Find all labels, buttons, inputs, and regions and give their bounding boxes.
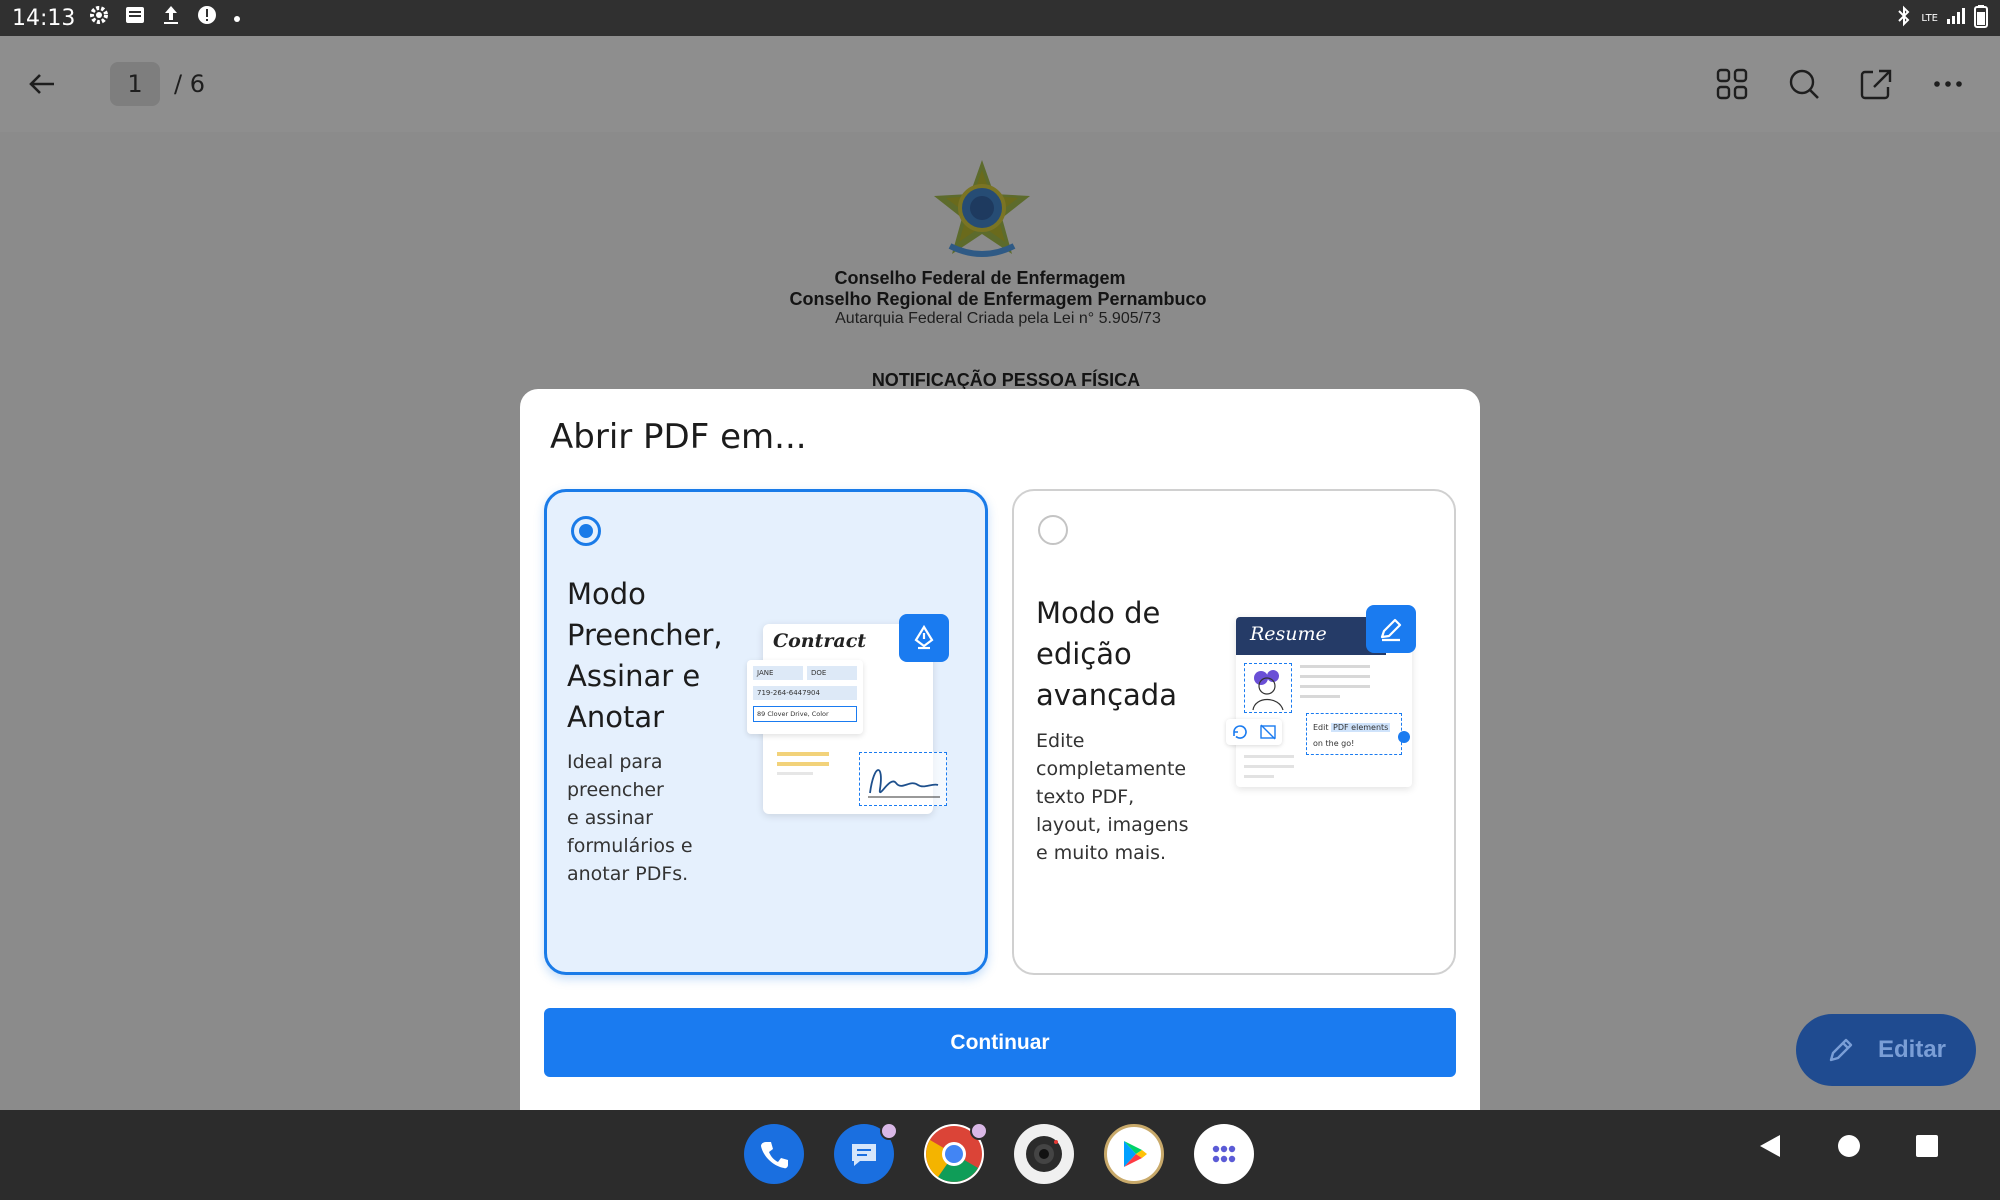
search-button[interactable] xyxy=(1776,56,1832,112)
grid-view-button[interactable] xyxy=(1704,56,1760,112)
doc-section-title: NOTIFICAÇÃO PESSOA FÍSICA xyxy=(871,370,1141,390)
resume-heading: Resume xyxy=(1250,623,1327,645)
chrome-app-icon[interactable] xyxy=(924,1122,988,1184)
settings-icon xyxy=(87,3,111,33)
dot-icon xyxy=(231,6,243,31)
edit-fab-button[interactable]: Editar xyxy=(1796,1014,1976,1086)
app-drawer-icon[interactable] xyxy=(1194,1124,1254,1184)
android-nav-bar xyxy=(0,1110,2000,1200)
radio-button-selected[interactable] xyxy=(571,516,601,546)
grid-icon xyxy=(1716,68,1748,100)
option-2-description: Edite completamente texto PDF, layout, i… xyxy=(1036,730,1189,864)
play-store-app-icon[interactable] xyxy=(1104,1124,1164,1184)
home-circle-icon xyxy=(1838,1135,1860,1157)
bluetooth-icon xyxy=(1895,5,1913,31)
continue-button[interactable]: Continuar xyxy=(544,1008,1456,1077)
option-1-description: Ideal para preencher e assinar formulári… xyxy=(567,751,693,885)
page-number-input[interactable]: 1 xyxy=(110,62,160,106)
notification-badge xyxy=(880,1122,898,1140)
triangle-back-icon xyxy=(1760,1135,1780,1157)
open-pdf-dialog: Abrir PDF em... Modo Preencher, Assinar … xyxy=(520,389,1480,1119)
system-navigation xyxy=(1756,1132,1940,1164)
contract-heading: Contract xyxy=(773,630,867,652)
messages-app-icon[interactable] xyxy=(834,1122,898,1184)
app-dock xyxy=(744,1122,1254,1184)
phone-app-icon[interactable] xyxy=(744,1124,804,1184)
option-1-title: Modo Preencher, Assinar e Anotar xyxy=(567,577,723,734)
radio-button-unselected[interactable] xyxy=(1038,515,1068,545)
clock: 14:13 xyxy=(12,5,76,31)
option-2-title: Modo de edição avançada xyxy=(1036,596,1177,712)
pdf-toolbar: 1 / 6 xyxy=(0,36,2000,132)
signature-box xyxy=(859,752,947,806)
arrow-left-icon xyxy=(29,74,54,94)
resume-illustration: Resume Edit PDF elements on the go! xyxy=(1226,605,1436,805)
camera-app-icon[interactable] xyxy=(1014,1124,1074,1184)
brazil-coat-of-arms-icon xyxy=(934,160,1030,257)
more-options-button[interactable] xyxy=(1920,56,1976,112)
status-bar: 14:13 LTE xyxy=(0,0,2000,36)
doc-subheading: Autarquia Federal Criada pela Lei n° 5.9… xyxy=(835,310,1161,327)
back-nav-button[interactable] xyxy=(1756,1132,1784,1164)
upload-icon xyxy=(159,3,183,33)
home-nav-button[interactable] xyxy=(1836,1133,1862,1163)
edit-text-box: Edit PDF elements on the go! xyxy=(1306,713,1402,755)
doc-heading-2: Conselho Regional de Enfermagem Pernambu… xyxy=(789,289,1207,309)
external-link-icon xyxy=(1860,69,1892,100)
share-button[interactable] xyxy=(1848,56,1904,112)
avatar-image xyxy=(1244,663,1292,713)
dialog-title: Abrir PDF em... xyxy=(550,417,807,457)
notification-badge xyxy=(970,1122,988,1140)
battery-icon xyxy=(1974,4,1988,32)
pen-nib-icon xyxy=(899,614,949,662)
recents-nav-button[interactable] xyxy=(1914,1133,1940,1163)
signal-icon xyxy=(1946,7,1966,29)
page-total: / 6 xyxy=(174,70,205,98)
pencil-icon xyxy=(1829,1038,1853,1062)
network-type: LTE xyxy=(1921,12,1938,24)
more-horizontal-icon xyxy=(1934,81,1962,87)
search-icon xyxy=(1789,69,1819,99)
edit-fab-label: Editar xyxy=(1877,1036,1946,1063)
square-recents-icon xyxy=(1916,1135,1938,1157)
image-off-icon xyxy=(1260,724,1276,740)
alert-icon xyxy=(195,3,219,33)
pencil-icon xyxy=(1366,605,1416,653)
contract-illustration: Contract JANE DOE 719-264-6447904 89 Clo… xyxy=(747,614,957,814)
rotate-icon xyxy=(1233,725,1247,739)
doc-heading-1: Conselho Federal de Enfermagem xyxy=(834,268,1126,288)
news-icon xyxy=(123,3,147,33)
option-advanced-editing[interactable]: Modo de edição avançada Edite completame… xyxy=(1012,489,1456,975)
option-fill-sign-annotate[interactable]: Modo Preencher, Assinar e Anotar Ideal p… xyxy=(544,489,988,975)
back-button[interactable] xyxy=(14,56,70,112)
